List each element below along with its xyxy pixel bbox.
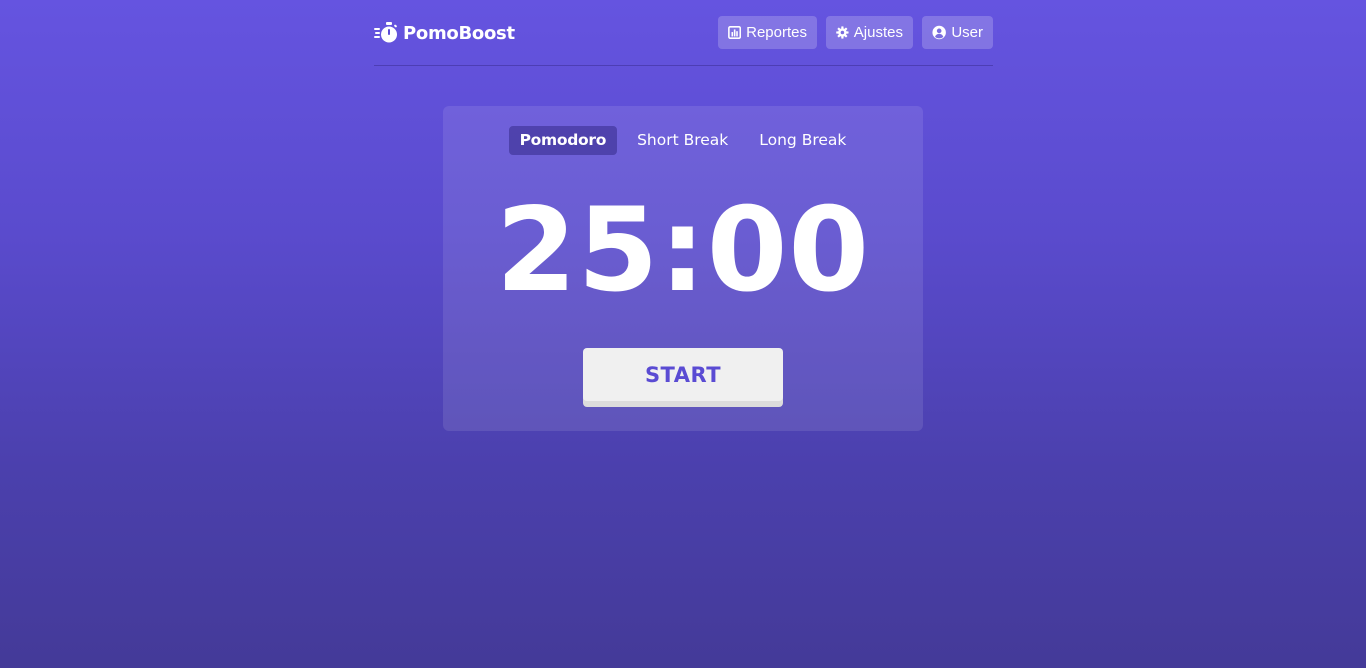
user-button[interactable]: User [922,16,993,49]
tab-long-break[interactable]: Long Break [748,126,857,155]
reports-button[interactable]: Reportes [718,16,817,49]
timer-card: Pomodoro Short Break Long Break 25:00 ST… [443,106,923,431]
mode-tabs: Pomodoro Short Break Long Break [443,126,923,155]
top-header: PomoBoost Reportes Ajustes User [374,0,993,66]
header-nav: Reportes Ajustes User [718,16,993,49]
timer-display: 25:00 [495,183,871,318]
user-circle-icon [932,25,946,40]
settings-button[interactable]: Ajustes [826,16,913,49]
stopwatch-icon [374,22,397,43]
brand-name: PomoBoost [403,22,515,44]
gear-icon [836,26,849,39]
settings-label: Ajustes [853,24,903,41]
tab-pomodoro[interactable]: Pomodoro [508,126,618,155]
start-button[interactable]: START [583,348,783,401]
reports-label: Reportes [746,24,807,41]
tab-short-break[interactable]: Short Break [626,126,739,155]
brand[interactable]: PomoBoost [374,21,515,45]
user-label: User [951,24,983,41]
bar-chart-icon [728,26,742,39]
